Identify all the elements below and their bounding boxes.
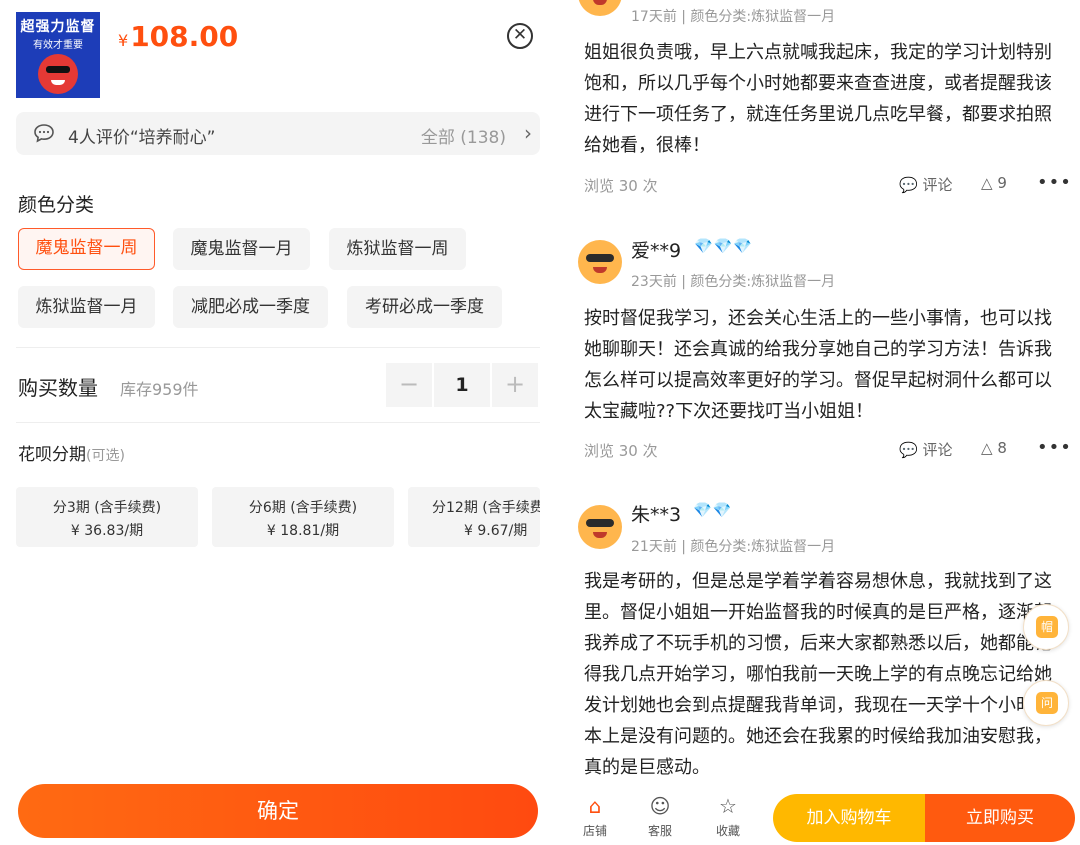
comment-icon: 💬 xyxy=(899,176,918,194)
plan-period: 分12期 (含手续费) xyxy=(432,500,540,516)
comment-button[interactable]: 💬 评论 xyxy=(899,174,952,195)
star-icon: ☆ xyxy=(719,794,737,818)
review-meta: 17天前 | 颜色分类:炼狱监督一月 xyxy=(631,9,836,25)
color-option-1[interactable]: 魔鬼监督一月 xyxy=(173,228,310,270)
view-count: 浏览 30 次 xyxy=(584,442,658,460)
reviewer-avatar[interactable] xyxy=(578,0,622,16)
thumb-up-icon: △ xyxy=(981,174,993,192)
review-text: 按时督促我学习，还会关心生活上的一些小事情，也可以找她聊聊天！还会真诚的给我分享… xyxy=(584,308,1052,422)
shop-label: 店铺 xyxy=(582,824,607,838)
like-button[interactable]: △ 9 xyxy=(981,174,1007,192)
divider xyxy=(16,347,540,348)
review-summary-bar[interactable]: 4人评价“培养耐心” 全部 (138) › xyxy=(16,112,540,155)
favorite-label: 收藏 xyxy=(715,824,740,838)
service-button[interactable]: ☺ 客服 xyxy=(635,794,685,839)
installment-label: 花呗分期(可选) xyxy=(18,440,125,465)
product-price: ¥108.00 xyxy=(118,20,238,53)
comment-label: 评论 xyxy=(922,176,953,194)
plan-amount: ¥ 36.83/期 xyxy=(70,523,144,539)
increase-button[interactable]: + xyxy=(492,363,538,407)
like-count: 9 xyxy=(997,174,1007,192)
question-icon: 问 xyxy=(1036,692,1058,714)
buy-now-button[interactable]: 立即购买 xyxy=(925,794,1075,842)
note-icon: 帽 xyxy=(1036,616,1058,638)
comment-button[interactable]: 💬 评论 xyxy=(899,439,952,460)
price-value: 108.00 xyxy=(130,20,239,53)
reviews-panel: 17天前 | 颜色分类:炼狱监督一月 姐姐很负责哦，早上六点就喊我起床，我定的学… xyxy=(565,0,1080,845)
more-options-icon[interactable]: ••• xyxy=(1037,437,1072,458)
comment-label: 评论 xyxy=(922,441,953,459)
color-option-5[interactable]: 考研必成一季度 xyxy=(347,286,502,328)
diamond-level-icon: 💎💎 xyxy=(693,501,733,519)
floating-coupon-button[interactable]: 帽 xyxy=(1023,604,1069,650)
quantity-input[interactable]: 1 xyxy=(434,363,490,407)
installment-plan-3[interactable]: 分3期 (含手续费) ¥ 36.83/期 xyxy=(16,487,198,547)
view-count: 浏览 30 次 xyxy=(584,177,658,195)
service-label: 客服 xyxy=(647,824,672,838)
quantity-label: 购买数量 xyxy=(18,376,98,400)
close-icon[interactable]: ✕ xyxy=(507,23,533,49)
all-reviews-link[interactable]: 全部 (138) xyxy=(421,123,506,148)
plan-period: 分3期 (含手续费) xyxy=(52,500,162,516)
review-meta: 23天前 | 颜色分类:炼狱监督一月 xyxy=(631,274,836,290)
reviewer-name: 爱**9 xyxy=(631,240,682,262)
reviewer-avatar[interactable] xyxy=(578,240,622,284)
floating-question-button[interactable]: 问 xyxy=(1023,680,1069,726)
diamond-level-icon: 💎💎💎 xyxy=(694,237,754,255)
installment-optional-hint: (可选) xyxy=(86,448,125,464)
chat-bubble-icon xyxy=(34,124,54,143)
confirm-button[interactable]: 确定 xyxy=(18,784,538,838)
thumbnail-title: 超强力监督 xyxy=(20,19,96,35)
divider xyxy=(16,422,540,423)
color-option-4[interactable]: 减肥必成一季度 xyxy=(173,286,328,328)
thumb-up-icon: △ xyxy=(981,439,993,457)
chevron-right-icon: › xyxy=(524,121,532,145)
color-option-2[interactable]: 炼狱监督一周 xyxy=(329,228,466,270)
more-options-icon[interactable]: ••• xyxy=(1037,172,1072,193)
review-tag-text: 4人评价“培养耐心” xyxy=(68,128,216,148)
color-option-3[interactable]: 炼狱监督一月 xyxy=(18,286,155,328)
like-count: 8 xyxy=(997,439,1007,457)
like-button[interactable]: △ 8 xyxy=(981,439,1007,457)
review-text: 姐姐很负责哦，早上六点就喊我起床，我定的学习计划特别饱和，所以几乎每个小时她都要… xyxy=(584,42,1052,156)
mascot-image xyxy=(38,54,78,94)
shop-button[interactable]: ⌂ 店铺 xyxy=(570,794,620,839)
installment-plan-6[interactable]: 分6期 (含手续费) ¥ 18.81/期 xyxy=(212,487,394,547)
color-option-0[interactable]: 魔鬼监督一周 xyxy=(18,228,155,270)
stock-count: 库存959件 xyxy=(120,380,199,399)
shop-icon: ⌂ xyxy=(588,794,602,818)
comment-icon: 💬 xyxy=(899,441,918,459)
plan-amount: ¥ 18.81/期 xyxy=(266,523,340,539)
quantity-stepper: − 1 + xyxy=(386,363,538,407)
currency-symbol: ¥ xyxy=(118,31,129,50)
review-text: 我是考研的，但是总是学着学着容易想休息，我就找到了这里。督促小姐姐一开始监督我的… xyxy=(584,571,1052,778)
customer-service-icon: ☺ xyxy=(649,794,671,818)
add-to-cart-button[interactable]: 加入购物车 xyxy=(773,794,925,842)
reviewer-name: 朱**3 xyxy=(631,504,682,526)
bottom-action-bar: ⌂ 店铺 ☺ 客服 ☆ 收藏 加入购物车 立即购买 xyxy=(565,786,1080,845)
installment-plan-12[interactable]: 分12期 (含手续费) ¥ 9.67/期 xyxy=(408,487,540,547)
installment-title: 花呗分期 xyxy=(18,445,86,465)
plan-amount: ¥ 9.67/期 xyxy=(464,523,528,539)
sku-selector-panel: 超强力监督 有效才重要 ¥108.00 ✕ 4人评价“培养耐心” 全部 (138… xyxy=(0,0,556,845)
reviewer-avatar[interactable] xyxy=(578,505,622,549)
plan-period: 分6期 (含手续费) xyxy=(248,500,358,516)
product-thumbnail: 超强力监督 有效才重要 xyxy=(16,12,100,98)
decrease-button[interactable]: − xyxy=(386,363,432,407)
favorite-button[interactable]: ☆ 收藏 xyxy=(703,794,753,839)
review-meta: 21天前 | 颜色分类:炼狱监督一月 xyxy=(631,539,836,555)
thumbnail-subtitle: 有效才重要 xyxy=(33,40,83,51)
color-section-title: 颜色分类 xyxy=(18,194,95,216)
